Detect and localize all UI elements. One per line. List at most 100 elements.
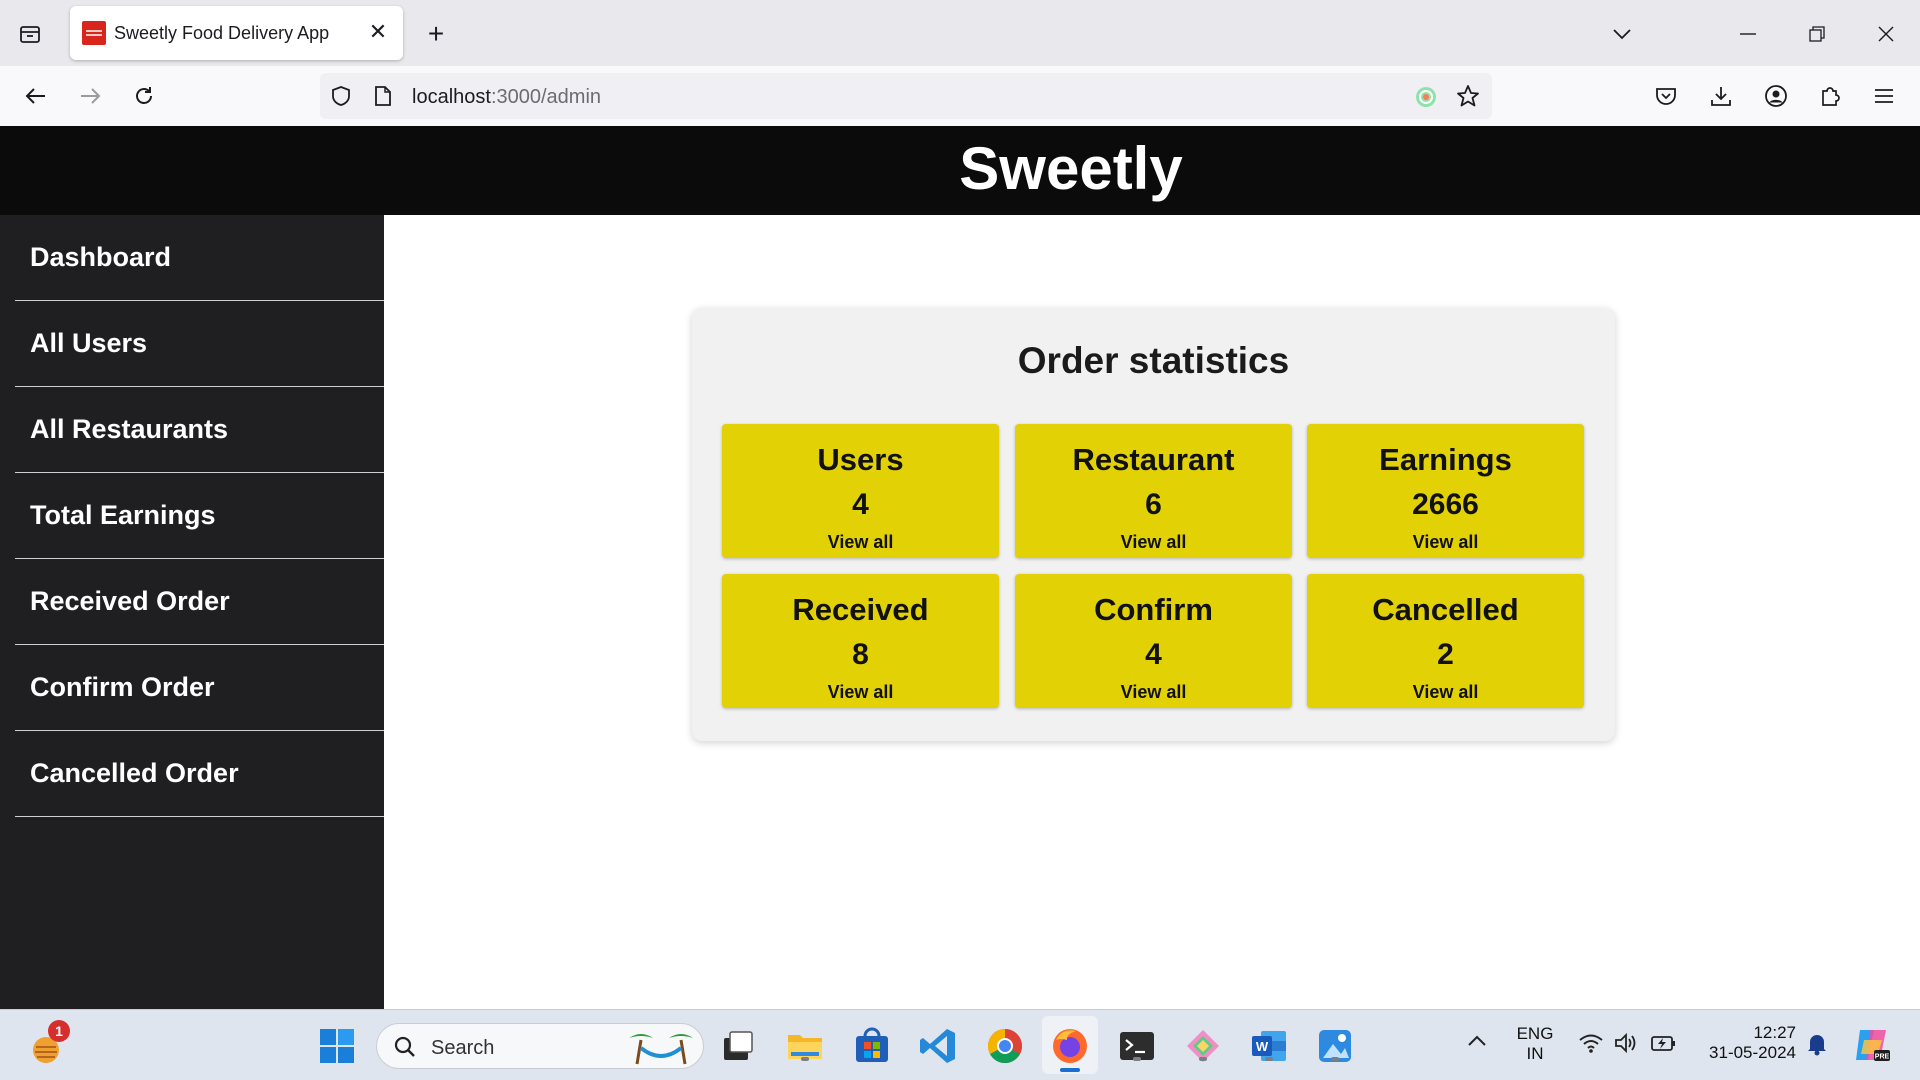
clock-date: 31-05-2024 (1709, 1043, 1796, 1062)
downloads-icon[interactable] (1703, 78, 1739, 114)
language-code: ENG (1516, 1024, 1554, 1043)
view-all-earnings-link[interactable]: View all (1307, 532, 1584, 553)
battery-charging-icon[interactable] (1650, 1032, 1678, 1059)
clock[interactable]: 12:27 31-05-2024 (1700, 1023, 1796, 1063)
reload-icon[interactable] (126, 78, 162, 114)
language-indicator[interactable]: ENG IN (1508, 1024, 1562, 1064)
file-explorer-icon[interactable] (785, 1026, 825, 1066)
sidebar-item-label: All Restaurants (30, 414, 229, 444)
search-placeholder: Search (431, 1037, 495, 1059)
sidebar-item-confirm-order[interactable]: Confirm Order (15, 645, 384, 731)
stat-card-users: Users 4 View all (722, 424, 999, 558)
terminal-icon[interactable] (1117, 1026, 1157, 1066)
microsoft-store-icon[interactable] (852, 1026, 892, 1066)
view-all-received-link[interactable]: View all (722, 682, 999, 703)
view-all-restaurants-link[interactable]: View all (1015, 532, 1292, 553)
snipping-tool-icon[interactable] (1183, 1026, 1223, 1066)
tab-list-icon[interactable] (14, 18, 46, 50)
stat-label: Restaurant (1072, 442, 1235, 477)
tab-title: Sweetly Food Delivery App (114, 23, 330, 43)
tracking-shield-icon[interactable] (330, 85, 352, 112)
svg-text:W: W (1256, 1039, 1269, 1054)
windows-start-icon[interactable] (317, 1026, 357, 1066)
notification-bell-icon[interactable] (1806, 1032, 1828, 1061)
search-icon (393, 1035, 417, 1064)
wifi-icon[interactable] (1578, 1032, 1604, 1059)
view-all-users-link[interactable]: View all (722, 532, 999, 553)
sidebar-item-all-users[interactable]: All Users (15, 301, 384, 387)
account-icon[interactable] (1758, 78, 1794, 114)
browser-nav-bar: localhost:3000/admin (0, 66, 1920, 126)
stat-value: 4 (1145, 638, 1162, 671)
taskbar: 1 Search W ENG IN 12:27 31-05-2024 PRE (0, 1009, 1920, 1080)
url-path: :3000/admin (490, 86, 602, 108)
stat-card-earnings: Earnings 2666 View all (1307, 424, 1584, 558)
extension-green-icon[interactable] (1414, 85, 1438, 114)
view-all-confirm-link[interactable]: View all (1015, 682, 1292, 703)
pocket-icon[interactable] (1648, 78, 1684, 114)
app-header: Sweetly (0, 126, 1920, 215)
bookmark-star-icon[interactable] (1456, 84, 1480, 113)
hammock-palm-icon (625, 1028, 697, 1071)
sidebar-item-label: All Users (30, 328, 148, 358)
close-tab-icon[interactable]: ✕ (365, 19, 391, 45)
stat-value: 2 (1437, 638, 1454, 671)
photos-icon[interactable] (1315, 1026, 1355, 1066)
copilot-icon[interactable]: PRE (1852, 1026, 1892, 1069)
running-indicator (801, 1057, 809, 1061)
forward-arrow-icon[interactable] (72, 78, 108, 114)
url-text: localhost:3000/admin (412, 86, 601, 109)
main-content: Order statistics Users 4 View all Restau… (384, 215, 1920, 1009)
sidebar-item-total-earnings[interactable]: Total Earnings (15, 473, 384, 559)
stat-value: 2666 (1412, 488, 1479, 521)
page-info-icon[interactable] (374, 85, 392, 112)
stat-value: 8 (852, 638, 869, 671)
app-title: Sweetly (959, 135, 1183, 202)
minimize-icon[interactable] (1730, 18, 1766, 50)
stat-label: Earnings (1379, 442, 1512, 477)
close-window-icon[interactable] (1868, 18, 1904, 50)
task-view-icon[interactable] (718, 1026, 758, 1066)
vscode-icon[interactable] (918, 1026, 958, 1066)
svg-text:PRE: PRE (1875, 1054, 1890, 1061)
sidebar-item-label: Cancelled Order (30, 758, 239, 788)
menu-hamburger-icon[interactable] (1866, 78, 1902, 114)
sidebar: Dashboard All Users All Restaurants Tota… (0, 215, 384, 1009)
stat-card-received: Received 8 View all (722, 574, 999, 708)
stat-card-restaurant: Restaurant 6 View all (1015, 424, 1292, 558)
browser-tab-active[interactable]: Sweetly Food Delivery App ✕ (70, 6, 403, 60)
show-hidden-icons-chevron-icon[interactable] (1466, 1034, 1488, 1053)
new-tab-icon[interactable]: + (420, 18, 452, 50)
sidebar-item-label: Received Order (30, 586, 230, 616)
region-code: IN (1526, 1044, 1544, 1063)
widgets-icon[interactable]: 1 (26, 1020, 70, 1068)
running-indicator (1265, 1057, 1273, 1061)
url-bar[interactable]: localhost:3000/admin (320, 73, 1492, 119)
sidebar-item-received-order[interactable]: Received Order (15, 559, 384, 645)
list-all-tabs-chevron-icon[interactable] (1604, 18, 1640, 50)
restore-icon[interactable] (1799, 18, 1835, 50)
sidebar-item-dashboard[interactable]: Dashboard (15, 215, 384, 301)
stat-card-cancelled: Cancelled 2 View all (1307, 574, 1584, 708)
stat-value: 6 (1145, 488, 1162, 521)
browser-tab-bar: Sweetly Food Delivery App ✕ + (0, 0, 1920, 66)
back-arrow-icon[interactable] (18, 78, 54, 114)
stat-label: Users (817, 442, 904, 477)
word-icon[interactable]: W (1249, 1026, 1289, 1066)
stat-label: Cancelled (1372, 592, 1519, 627)
firefox-taskbar-button[interactable] (1042, 1016, 1098, 1074)
stat-label: Received (792, 592, 929, 627)
sidebar-item-cancelled-order[interactable]: Cancelled Order (15, 731, 384, 817)
sidebar-item-label: Confirm Order (30, 672, 215, 702)
chrome-icon[interactable] (985, 1026, 1025, 1066)
running-indicator (1133, 1057, 1141, 1061)
url-host: localhost (412, 86, 491, 108)
volume-icon[interactable] (1614, 1032, 1638, 1059)
extensions-puzzle-icon[interactable] (1812, 78, 1848, 114)
order-statistics-panel: Order statistics Users 4 View all Restau… (692, 308, 1615, 741)
sweetly-favicon-icon (82, 21, 106, 45)
sidebar-item-all-restaurants[interactable]: All Restaurants (15, 387, 384, 473)
sidebar-item-label: Dashboard (30, 242, 172, 272)
view-all-cancelled-link[interactable]: View all (1307, 682, 1584, 703)
taskbar-search-input[interactable]: Search (376, 1023, 704, 1069)
